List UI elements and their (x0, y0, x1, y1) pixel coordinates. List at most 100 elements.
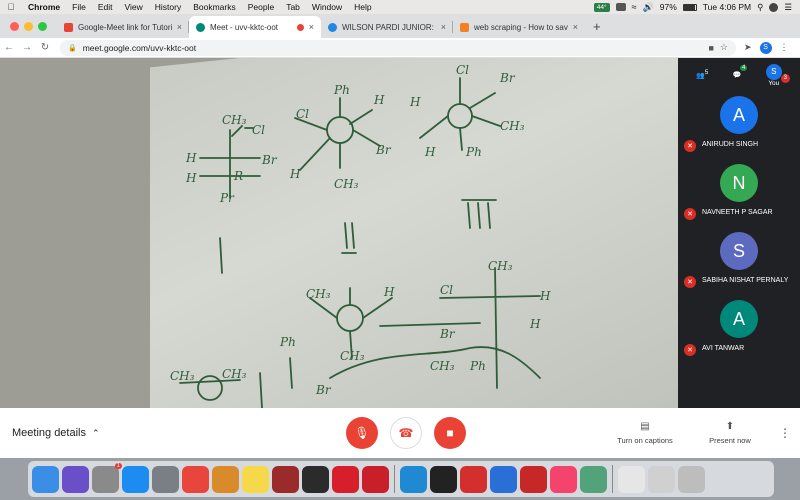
participant-tile[interactable]: A ✕ ANIRUDH SINGH (678, 96, 800, 164)
notification-center-icon[interactable]: ☰ (784, 2, 792, 13)
quicktime-icon[interactable] (302, 465, 329, 493)
menu-tab[interactable]: Tab (280, 2, 306, 12)
music-icon[interactable] (550, 465, 577, 493)
gmail-icon (64, 22, 73, 32)
send-icon[interactable]: ➤ (744, 42, 752, 53)
tab-stackoverflow[interactable]: web scraping - How to save an × (453, 16, 585, 38)
launchpad-icon[interactable] (152, 465, 179, 493)
camera-toggle-button[interactable]: ■ (434, 417, 466, 449)
mic-off-icon: ✕ (684, 208, 696, 220)
svg-text:CH₃: CH₃ (340, 349, 365, 363)
leave-call-button[interactable]: ☎ (390, 417, 422, 449)
chrome-window-icon[interactable] (648, 465, 675, 493)
mic-off-icon: ✕ (684, 344, 696, 356)
present-icon: ⬆ (725, 421, 735, 432)
menu-view[interactable]: View (118, 2, 148, 12)
close-tab-icon[interactable]: × (309, 22, 314, 32)
camera-icon[interactable]: ■ (708, 43, 713, 53)
participant-tile[interactable]: N ✕ NAVNEETH P SAGAR (678, 164, 800, 232)
url-text[interactable]: meet.google.com/uvv-kktc-oot (83, 43, 703, 53)
close-tab-icon[interactable]: × (177, 22, 182, 32)
wifi-icon[interactable]: ≈ (632, 2, 637, 12)
new-tab-button[interactable]: + (585, 19, 609, 34)
mic-toggle-button[interactable]: 🎙 (346, 417, 378, 449)
menu-window[interactable]: Window (306, 2, 348, 12)
more-options-icon[interactable]: ⋮ (770, 426, 800, 440)
menu-people[interactable]: People (242, 2, 280, 12)
address-bar[interactable]: 🔒 meet.google.com/uvv-kktc-oot ■ ☆ (60, 39, 736, 56)
svg-text:H: H (289, 167, 301, 181)
window-controls (0, 21, 57, 31)
svg-text:Br: Br (439, 327, 456, 341)
menu-edit[interactable]: Edit (92, 2, 119, 12)
autocad-icon[interactable] (362, 465, 389, 493)
captions-label: Turn on captions (617, 436, 673, 445)
dictionary-icon[interactable] (272, 465, 299, 493)
menu-history[interactable]: History (149, 2, 187, 12)
document-icon[interactable] (618, 465, 645, 493)
spotlight-icon[interactable]: ⚲ (757, 2, 763, 13)
finder-icon[interactable] (32, 465, 59, 493)
participant-avatar: A (720, 300, 758, 338)
terminal-icon[interactable] (430, 465, 457, 493)
atom-icon[interactable] (580, 465, 607, 493)
close-window-button[interactable] (10, 21, 19, 31)
svg-text:Br: Br (499, 71, 516, 85)
present-now-button[interactable]: ⬆ Present now (690, 421, 770, 445)
mic-off-icon: 🎙 (354, 426, 370, 440)
forward-icon[interactable]: → (18, 42, 36, 53)
status-app-icon[interactable] (615, 3, 626, 11)
notes-icon[interactable] (242, 465, 269, 493)
vscode-icon[interactable] (400, 465, 427, 493)
calculator-icon[interactable] (212, 465, 239, 493)
people-icon: 👥 (696, 72, 705, 80)
stackoverflow-icon (460, 22, 469, 32)
participant-tile[interactable]: S ✕ SABIHA NISHAT PERNALY (678, 232, 800, 300)
bluetooth-icon[interactable] (490, 465, 517, 493)
acrobat-icon[interactable] (460, 465, 487, 493)
svg-text:H: H (185, 151, 197, 165)
tab-meet[interactable]: Meet - uvv-kktc-oot × (189, 16, 321, 38)
user-icon[interactable] (769, 2, 779, 12)
participant-tile[interactable]: A ✕ AVI TANWAR (678, 300, 800, 368)
close-tab-icon[interactable]: × (441, 22, 446, 32)
close-tab-icon[interactable]: × (573, 22, 578, 32)
clock[interactable]: Tue 4:06 PM (703, 2, 751, 12)
battery-icon[interactable] (682, 3, 697, 11)
tab-wilson[interactable]: WILSON PARDI JUNIOR: Softw × (321, 16, 453, 38)
battery-percent[interactable]: 97% (660, 2, 677, 12)
meeting-details-button[interactable]: Meeting details ⌃ (0, 427, 340, 439)
menu-file[interactable]: File (66, 2, 92, 12)
self-preview[interactable]: S You 3 (765, 63, 790, 87)
svg-text:Ph: Ph (279, 335, 296, 349)
back-icon[interactable]: ← (0, 42, 18, 53)
menu-app-name[interactable]: Chrome (22, 2, 66, 12)
menu-kebab-icon[interactable]: ⋮ (780, 42, 789, 53)
chat-button[interactable]: 💬 4 (733, 65, 748, 79)
svg-text:CH₃: CH₃ (170, 369, 195, 383)
chat-badge: 4 (740, 65, 748, 71)
siri-icon[interactable] (62, 465, 89, 493)
participant-name: ANIRUDH SINGH (702, 141, 759, 148)
menu-help[interactable]: Help (348, 2, 377, 12)
safari-icon[interactable] (122, 465, 149, 493)
trash-icon[interactable] (678, 465, 705, 493)
svg-text:CH₃: CH₃ (306, 287, 331, 301)
reload-icon[interactable]: ↻ (36, 42, 54, 53)
temperature-badge[interactable]: 44° (593, 2, 610, 12)
opera-icon[interactable] (332, 465, 359, 493)
zoom-window-button[interactable] (38, 21, 47, 31)
profile-avatar[interactable]: S (759, 41, 772, 54)
chrome-icon[interactable] (182, 465, 209, 493)
menu-bookmarks[interactable]: Bookmarks (187, 2, 242, 12)
people-button[interactable]: 👥5 (696, 70, 708, 79)
app-red-icon[interactable] (520, 465, 547, 493)
apple-icon[interactable]:  (0, 2, 22, 12)
minimize-window-button[interactable] (24, 21, 33, 31)
volume-icon[interactable]: 🔊 (643, 2, 654, 13)
dock-badge: 1 (114, 462, 122, 469)
system-preferences-icon[interactable]: 1 (92, 462, 122, 493)
tab-gmail[interactable]: Google-Meet link for Tutorial c × (57, 16, 189, 38)
bookmark-star-icon[interactable]: ☆ (720, 42, 728, 53)
captions-button[interactable]: ▤ Turn on captions (600, 421, 690, 445)
